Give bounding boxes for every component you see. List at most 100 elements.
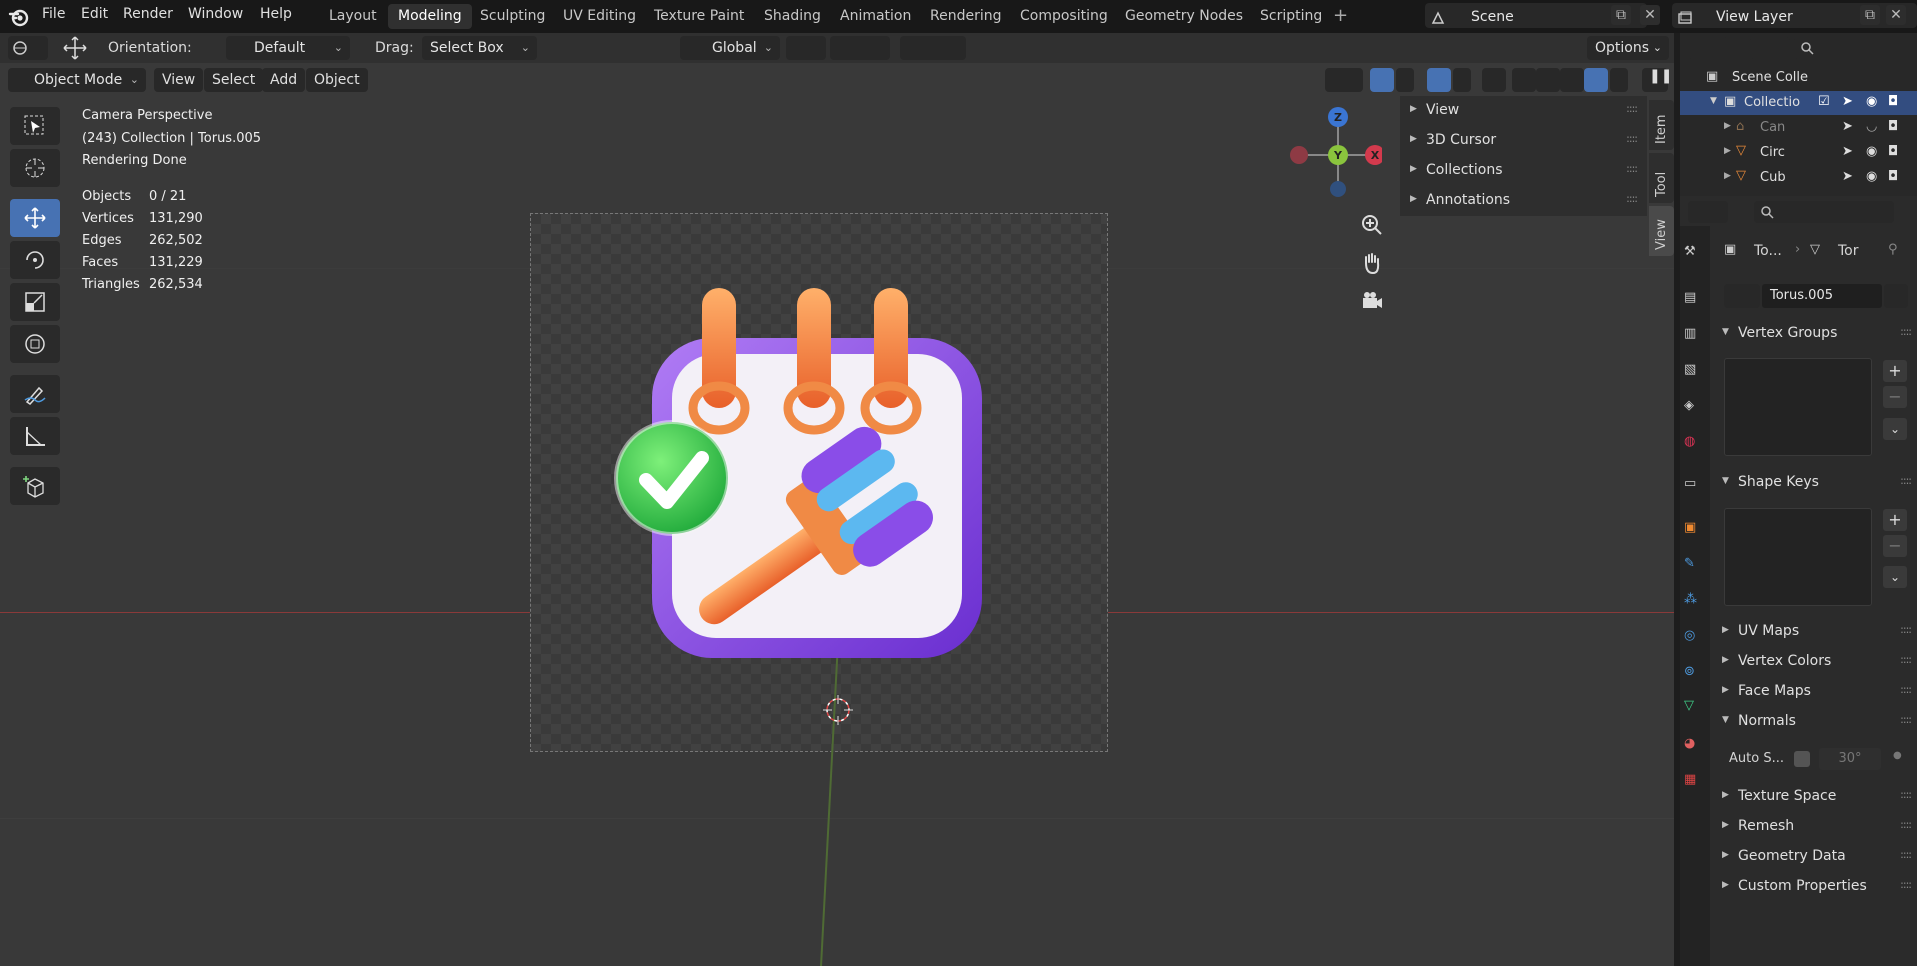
panel-shape-keys[interactable]: ▼ Shape Keys:::: xyxy=(1712,469,1917,497)
panel-texture-space[interactable]: ▶ Texture Space:::: xyxy=(1712,783,1917,811)
tab-geometry-nodes[interactable]: Geometry Nodes xyxy=(1115,4,1253,29)
camera-render-icon[interactable]: ◘ xyxy=(1888,119,1898,134)
add-workspace-button[interactable]: + xyxy=(1333,5,1348,26)
outliner-editor-type-button[interactable] xyxy=(1688,37,1728,59)
drag-grip-icon[interactable]: :::: xyxy=(1900,474,1912,487)
render-camera-icon[interactable]: ▤ xyxy=(1684,290,1706,312)
tab-uv-editing[interactable]: UV Editing xyxy=(553,4,646,29)
drag-grip-icon[interactable]: :::: xyxy=(1900,713,1912,726)
vertex-groups-list[interactable] xyxy=(1724,358,1872,456)
outliner-collection-row[interactable]: ▼ ▣ Collectio ☑ ➤ ◉ ◘ xyxy=(1680,91,1917,115)
sidebar-tab-view[interactable]: View xyxy=(1649,206,1674,256)
view-layer-selector[interactable]: View Layer ⧉ ✕ xyxy=(1672,3,1917,28)
collection-icon[interactable]: ▭ xyxy=(1684,476,1706,498)
overlay-dropdown[interactable] xyxy=(1453,68,1471,92)
add-vertex-group-button[interactable]: + xyxy=(1883,360,1907,382)
snapping-button[interactable] xyxy=(830,36,890,60)
camera-render-icon[interactable]: ◘ xyxy=(1888,169,1898,184)
transform-orientation-dropdown[interactable]: Global ⌄ xyxy=(680,36,780,60)
pin-icon[interactable]: ⚲ xyxy=(1888,242,1898,257)
remove-vertex-group-button[interactable]: − xyxy=(1883,386,1907,408)
select-arrow-icon[interactable]: ➤ xyxy=(1842,169,1853,184)
navigation-gizmo[interactable]: Y Z X xyxy=(1288,103,1382,197)
zoom-icon[interactable] xyxy=(1360,213,1384,237)
auto-smooth-angle-field[interactable]: 30° xyxy=(1819,748,1881,770)
panel-normals[interactable]: ▼ Normals:::: xyxy=(1712,708,1917,736)
drag-grip-icon[interactable]: :::: xyxy=(1900,818,1912,831)
visibility-toggle[interactable] xyxy=(1325,68,1363,92)
keyframe-dot-icon[interactable]: ● xyxy=(1893,750,1902,761)
tab-layout[interactable]: Layout xyxy=(319,4,387,29)
move-tool[interactable] xyxy=(10,199,60,237)
modifier-wrench-icon[interactable]: ✎ xyxy=(1684,556,1706,578)
menu-object[interactable]: Object xyxy=(306,68,368,92)
tab-shading[interactable]: Shading xyxy=(754,4,831,29)
tab-animation[interactable]: Animation xyxy=(830,4,921,29)
menu-help[interactable]: Help xyxy=(260,6,292,22)
shape-keys-list[interactable] xyxy=(1724,508,1872,606)
cursor-tool[interactable] xyxy=(10,149,60,187)
panel-remesh[interactable]: ▶ Remesh:::: xyxy=(1712,813,1917,841)
eye-icon[interactable]: ◉ xyxy=(1866,144,1877,159)
fake-user-shield-icon[interactable] xyxy=(1884,284,1908,308)
eye-closed-icon[interactable]: ◡ xyxy=(1866,119,1877,134)
mode-dropdown[interactable]: Object Mode ⌄ xyxy=(8,68,146,92)
add-cube-tool[interactable] xyxy=(10,467,60,505)
menu-window[interactable]: Window xyxy=(188,6,243,22)
wireframe-shading-button[interactable] xyxy=(1512,68,1536,92)
tool-wrench-icon[interactable]: ⚒ xyxy=(1684,244,1706,266)
gizmo-toggle[interactable] xyxy=(1370,68,1394,92)
drag-grip-icon[interactable]: :::: xyxy=(1900,683,1912,696)
panel-geometry-data[interactable]: ▶ Geometry Data:::: xyxy=(1712,843,1917,871)
panel-vertex-colors[interactable]: ▶ Vertex Colors:::: xyxy=(1712,648,1917,676)
pivot-point-button[interactable] xyxy=(786,36,826,60)
panel-vertex-groups[interactable]: ▼ Vertex Groups:::: xyxy=(1712,320,1917,348)
menu-render[interactable]: Render xyxy=(123,6,173,22)
tab-scripting[interactable]: Scripting xyxy=(1250,4,1332,29)
move-tool-icon[interactable] xyxy=(62,35,88,61)
tab-compositing[interactable]: Compositing xyxy=(1010,4,1118,29)
outliner-item-cube[interactable]: ▶ ▽ Cub ➤ ◉ ◘ xyxy=(1680,166,1917,190)
drag-grip-icon[interactable]: :::: xyxy=(1626,162,1638,175)
xray-toggle[interactable] xyxy=(1482,68,1506,92)
proportional-editing-button[interactable] xyxy=(900,36,966,60)
measure-tool[interactable] xyxy=(10,417,60,455)
outliner-search-input[interactable] xyxy=(1794,37,1917,59)
world-icon[interactable]: ◍ xyxy=(1684,434,1706,456)
npanel-collections-section[interactable]: ▶ Collections :::: xyxy=(1400,156,1647,186)
outliner-scene-collection[interactable]: ▣ Scene Colle xyxy=(1680,66,1917,90)
transform-tool[interactable] xyxy=(10,325,60,363)
camera-render-icon[interactable]: ◘ xyxy=(1888,144,1898,159)
blender-logo-icon[interactable] xyxy=(8,6,30,28)
drag-grip-icon[interactable]: :::: xyxy=(1900,788,1912,801)
properties-search-input[interactable] xyxy=(1754,201,1894,223)
eye-icon[interactable]: ◉ xyxy=(1866,94,1877,109)
drag-grip-icon[interactable]: :::: xyxy=(1900,623,1912,636)
vertex-group-specials-button[interactable]: ⌄ xyxy=(1883,418,1907,440)
menu-edit[interactable]: Edit xyxy=(81,6,108,22)
add-shape-key-button[interactable]: + xyxy=(1883,509,1907,531)
tab-modeling[interactable]: Modeling xyxy=(388,4,472,29)
new-scene-icon[interactable]: ⧉ xyxy=(1611,5,1631,25)
select-arrow-icon[interactable]: ➤ xyxy=(1842,119,1853,134)
menu-view[interactable]: View xyxy=(154,68,204,92)
drag-grip-icon[interactable]: :::: xyxy=(1626,192,1638,205)
physics-icon[interactable]: ◎ xyxy=(1684,628,1706,650)
properties-editor-type-button[interactable] xyxy=(1688,201,1728,223)
panel-face-maps[interactable]: ▶ Face Maps:::: xyxy=(1712,678,1917,706)
npanel-view-section[interactable]: ▶ View :::: xyxy=(1400,96,1647,126)
auto-smooth-checkbox[interactable] xyxy=(1794,751,1810,767)
options-dropdown[interactable]: Options ⌄ xyxy=(1587,36,1669,60)
mesh-name-field[interactable]: Torus.005 xyxy=(1762,284,1882,308)
select-arrow-icon[interactable]: ➤ xyxy=(1842,94,1853,109)
drag-grip-icon[interactable]: :::: xyxy=(1900,653,1912,666)
outliner-item-camera[interactable]: ▶ ⌂ Can ➤ ◡ ◘ xyxy=(1680,116,1917,140)
npanel-annotations-section[interactable]: ▶ Annotations :::: xyxy=(1400,186,1647,216)
texture-checker-icon[interactable]: ▦ xyxy=(1684,772,1706,794)
sidebar-tab-item[interactable]: Item xyxy=(1649,100,1674,150)
gizmo-dropdown[interactable] xyxy=(1396,68,1414,92)
drag-grip-icon[interactable]: :::: xyxy=(1900,848,1912,861)
menu-add[interactable]: Add xyxy=(262,68,306,92)
eye-icon[interactable]: ◉ xyxy=(1866,169,1877,184)
particles-icon[interactable]: ⁂ xyxy=(1684,592,1706,614)
